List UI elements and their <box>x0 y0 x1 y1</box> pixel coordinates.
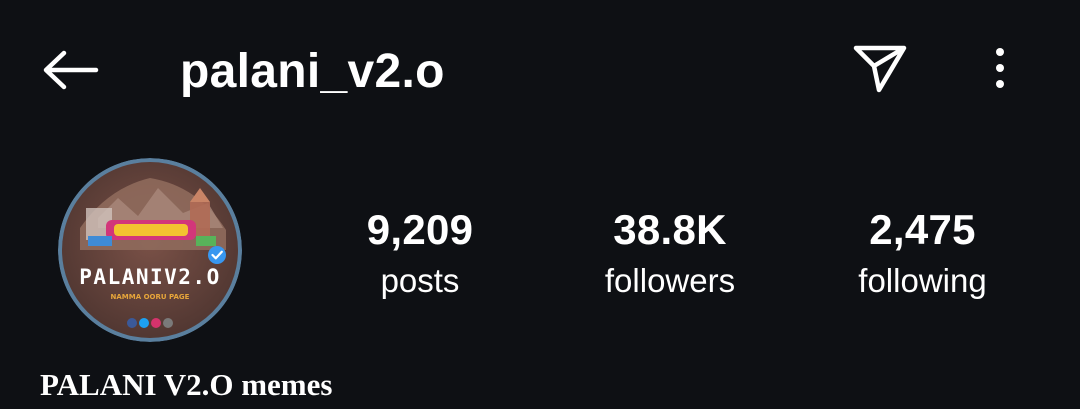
posts-stat[interactable]: 9,209 posts <box>340 200 500 302</box>
verified-check-icon <box>208 246 226 264</box>
more-vertical-icon <box>994 46 1006 95</box>
following-count: 2,475 <box>869 206 976 253</box>
followers-count: 38.8K <box>613 206 727 253</box>
followers-stat[interactable]: 38.8K followers <box>580 200 760 302</box>
followers-label: followers <box>604 262 736 299</box>
avatar-logo-subtext: NAMMA OORU PAGE <box>111 293 190 301</box>
arrow-left-icon <box>40 48 100 97</box>
direct-message-button[interactable] <box>848 40 912 100</box>
profile-screen: palani_v2.o PALANIV2.O NAMMA OORU PAGE 9… <box>0 0 1080 409</box>
posts-label: posts <box>380 262 460 299</box>
following-label: following <box>858 262 987 299</box>
profile-display-name: PALANI V2.O memes <box>40 367 333 402</box>
back-button[interactable] <box>38 44 102 100</box>
paper-plane-icon <box>852 42 908 99</box>
posts-count: 9,209 <box>366 206 474 253</box>
profile-username: palani_v2.o <box>180 45 445 98</box>
avatar-logo-text: PALANIV2.O <box>79 265 220 289</box>
profile-avatar[interactable]: PALANIV2.O NAMMA OORU PAGE <box>58 158 242 342</box>
following-stat[interactable]: 2,475 following <box>835 200 1010 302</box>
more-options-button[interactable] <box>980 40 1020 100</box>
